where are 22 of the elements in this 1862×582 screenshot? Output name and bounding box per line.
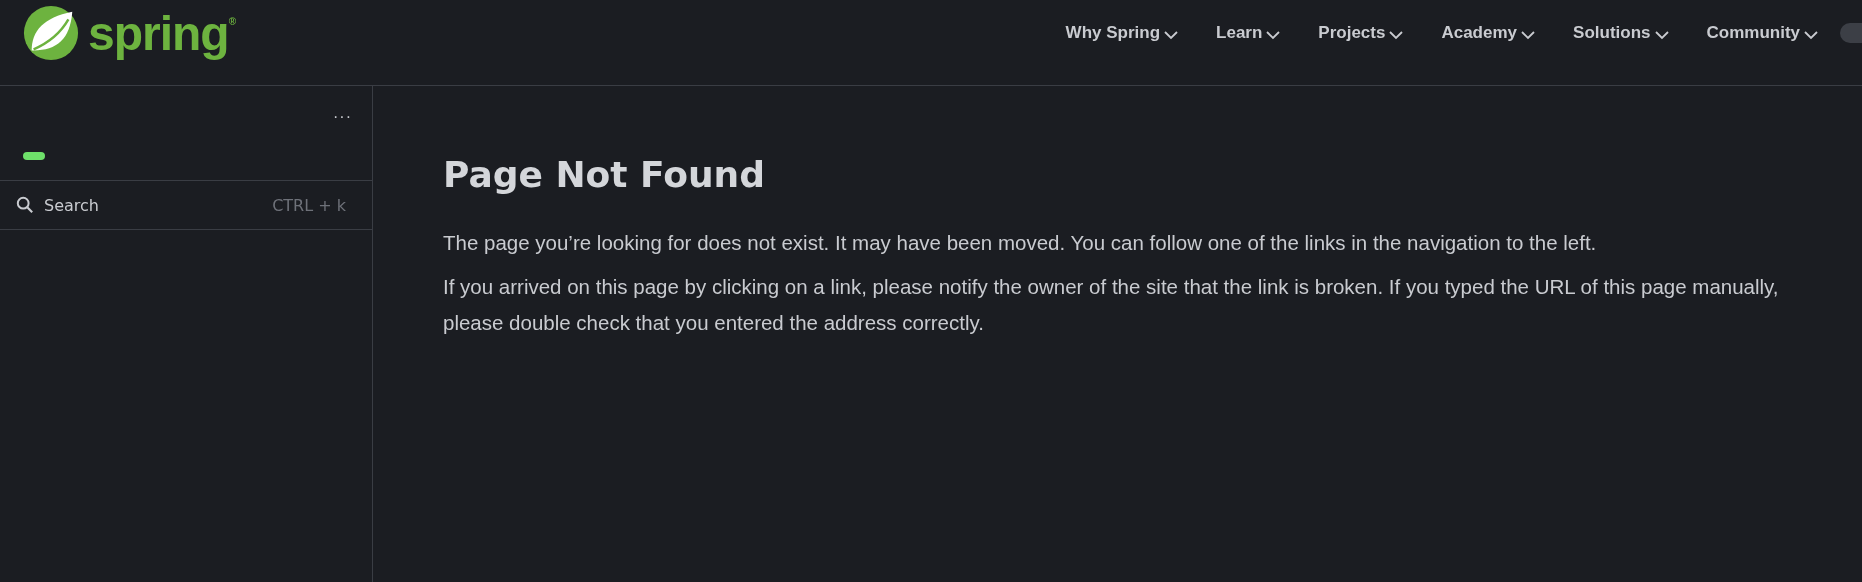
search-field[interactable]: Search xyxy=(42,194,265,216)
nav-menu-item[interactable]: Community xyxy=(1706,23,1818,43)
chevron-down-icon xyxy=(1266,29,1281,40)
nav-menu-item[interactable]: Academy xyxy=(1441,23,1536,43)
logo-wordmark[interactable]: spring$^{®}$ xyxy=(88,5,236,61)
leaf-logo-icon xyxy=(22,4,80,62)
chevron-down-icon xyxy=(1164,29,1179,40)
search-icon xyxy=(16,196,34,214)
nav-menu-item[interactable]: Learn xyxy=(1216,23,1281,43)
nav-menu-item[interactable]: Projects xyxy=(1318,23,1404,43)
nav-menu-item[interactable]: Why Spring xyxy=(1065,23,1179,43)
chevron-down-icon xyxy=(1521,29,1536,40)
chevron-down-icon xyxy=(1654,29,1669,40)
paragraph: The page you’re looking for does not exist. It may have been moved. You can follow one of the links in the navigation to the left. xyxy=(443,230,1598,256)
chevron-down-icon xyxy=(1804,29,1818,40)
status-pill xyxy=(23,152,45,160)
nav-menu-item[interactable]: Solutions xyxy=(1573,23,1669,43)
chevron-down-icon xyxy=(1389,29,1404,40)
paragraph: If you arrived on this page by clicking on a link, please notify the owner of the site that the link is broken. If you typed the URL of this page manually, please double check that you entered the address correctly. xyxy=(443,274,1780,336)
more-menu-button[interactable]: ··· xyxy=(333,108,352,126)
keyboard-shortcut: CTRL + k xyxy=(272,195,346,215)
page-title: Page Not Found xyxy=(443,154,766,195)
